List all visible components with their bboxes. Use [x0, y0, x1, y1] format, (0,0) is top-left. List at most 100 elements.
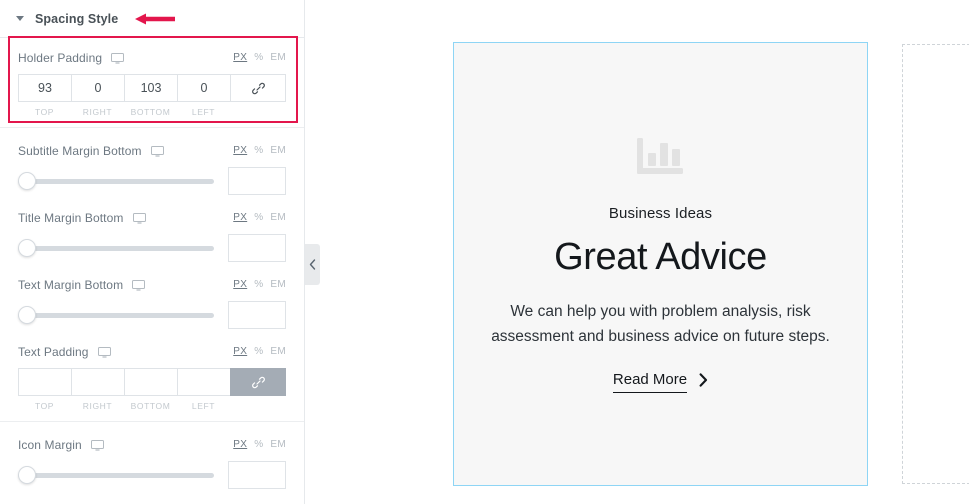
- label-left: LEFT: [191, 401, 216, 411]
- padding-bottom-input[interactable]: 103: [124, 74, 177, 102]
- label-spacer: [230, 401, 286, 411]
- chevron-left-icon: [309, 259, 316, 270]
- unit-percent[interactable]: %: [254, 212, 263, 223]
- label-spacer: [230, 107, 286, 117]
- control-text-margin-bottom: Text Margin Bottom PX % EM: [0, 274, 304, 341]
- read-more-link[interactable]: Read More: [612, 371, 708, 393]
- label-top: TOP: [34, 107, 55, 117]
- slider-thumb[interactable]: [18, 239, 36, 257]
- label-right: RIGHT: [82, 107, 113, 117]
- page-title: Spacing Style: [35, 11, 119, 26]
- slider-thumb[interactable]: [18, 466, 36, 484]
- control-label-row: Holder Padding PX % EM: [18, 51, 286, 65]
- slider-row: [18, 301, 286, 329]
- title-margin-slider[interactable]: [18, 239, 214, 257]
- unit-switcher: PX % EM: [233, 279, 286, 290]
- dimension-inputs: [18, 368, 286, 396]
- link-values-toggle[interactable]: [230, 74, 286, 102]
- desktop-monitor-icon[interactable]: [150, 145, 164, 157]
- unit-em[interactable]: EM: [270, 346, 286, 357]
- padding-right-input[interactable]: 0: [71, 74, 124, 102]
- text-padding-bottom-input[interactable]: [124, 368, 177, 396]
- elementor-editor: Spacing Style Holder Padding PX % EM 93 …: [0, 0, 969, 504]
- slider-row: [18, 167, 286, 195]
- control-text-padding: Text Padding PX % EM TOP RIGHT BOTTOM LE…: [0, 341, 304, 422]
- control-label-row: Subtitle Margin Bottom PX % EM: [18, 144, 286, 158]
- desktop-monitor-icon[interactable]: [132, 279, 146, 291]
- slider-track: [18, 312, 214, 318]
- empty-column-placeholder[interactable]: [902, 44, 969, 484]
- preview-canvas: Business Ideas Great Advice We can help …: [305, 0, 969, 504]
- text-margin-slider[interactable]: [18, 306, 214, 324]
- subtitle-margin-value-input[interactable]: [228, 167, 286, 195]
- control-label: Holder Padding: [18, 51, 103, 65]
- settings-sidebar: Spacing Style Holder Padding PX % EM 93 …: [0, 0, 305, 504]
- subtitle-margin-slider[interactable]: [18, 172, 214, 190]
- dimension-labels: TOP RIGHT BOTTOM LEFT: [18, 107, 286, 117]
- icon-margin-slider[interactable]: [18, 466, 214, 484]
- icon-margin-value-input[interactable]: [228, 461, 286, 489]
- widget-card[interactable]: Business Ideas Great Advice We can help …: [453, 42, 868, 486]
- unit-em[interactable]: EM: [270, 145, 286, 156]
- unit-px[interactable]: PX: [233, 439, 247, 450]
- text-padding-left-input[interactable]: [177, 368, 230, 396]
- slider-track: [18, 245, 214, 251]
- slider-thumb[interactable]: [18, 172, 36, 190]
- unit-em[interactable]: EM: [270, 279, 286, 290]
- text-padding-right-input[interactable]: [71, 368, 124, 396]
- control-label: Icon Margin: [18, 438, 82, 452]
- unit-px[interactable]: PX: [233, 212, 247, 223]
- desktop-monitor-icon[interactable]: [111, 52, 125, 64]
- control-label: Title Margin Bottom: [18, 211, 124, 225]
- control-label-row: Title Margin Bottom PX % EM: [18, 211, 286, 225]
- title-margin-value-input[interactable]: [228, 234, 286, 262]
- control-label: Text Margin Bottom: [18, 278, 124, 292]
- control-label-row: Text Padding PX % EM: [18, 345, 286, 359]
- unit-percent[interactable]: %: [254, 52, 263, 63]
- unit-px[interactable]: PX: [233, 346, 247, 357]
- unit-px[interactable]: PX: [233, 279, 247, 290]
- unit-percent[interactable]: %: [254, 145, 263, 156]
- control-label: Subtitle Margin Bottom: [18, 144, 142, 158]
- unit-switcher: PX % EM: [233, 346, 286, 357]
- unit-em[interactable]: EM: [270, 439, 286, 450]
- dimension-labels: TOP RIGHT BOTTOM LEFT: [18, 401, 286, 411]
- control-title-margin-bottom: Title Margin Bottom PX % EM: [0, 207, 304, 274]
- spacing-style-section-header[interactable]: Spacing Style: [0, 0, 304, 38]
- unit-em[interactable]: EM: [270, 52, 286, 63]
- unit-percent[interactable]: %: [254, 346, 263, 357]
- padding-top-input[interactable]: 93: [18, 74, 71, 102]
- text-padding-top-input[interactable]: [18, 368, 71, 396]
- slider-row: [18, 461, 286, 489]
- padding-left-input[interactable]: 0: [177, 74, 230, 102]
- desktop-monitor-icon[interactable]: [132, 212, 146, 224]
- label-right: RIGHT: [82, 401, 113, 411]
- unit-switcher: PX % EM: [233, 52, 286, 63]
- control-label: Text Padding: [18, 345, 89, 359]
- panel-collapse-toggle[interactable]: [305, 244, 320, 285]
- dimension-inputs: 93 0 103 0: [18, 74, 286, 102]
- control-label-row: Text Margin Bottom PX % EM: [18, 278, 286, 292]
- text-margin-value-input[interactable]: [228, 301, 286, 329]
- link-values-toggle[interactable]: [230, 368, 286, 396]
- unit-px[interactable]: PX: [233, 52, 247, 63]
- unit-px[interactable]: PX: [233, 145, 247, 156]
- slider-thumb[interactable]: [18, 306, 36, 324]
- left-arrow-annotation-icon: [128, 11, 176, 32]
- desktop-monitor-icon[interactable]: [90, 439, 104, 451]
- desktop-monitor-icon[interactable]: [97, 346, 111, 358]
- card-description: We can help you with problem analysis, r…: [491, 303, 830, 345]
- link-chain-icon: [251, 376, 265, 388]
- unit-percent[interactable]: %: [254, 279, 263, 290]
- label-bottom: BOTTOM: [130, 107, 171, 117]
- card-title: Great Advice: [554, 236, 767, 278]
- label-left: LEFT: [191, 107, 216, 117]
- control-label-row: Icon Margin PX % EM: [18, 438, 286, 452]
- unit-percent[interactable]: %: [254, 439, 263, 450]
- unit-em[interactable]: EM: [270, 212, 286, 223]
- unit-switcher: PX % EM: [233, 439, 286, 450]
- read-more-label: Read More: [612, 371, 688, 393]
- unit-switcher: PX % EM: [233, 145, 286, 156]
- unit-switcher: PX % EM: [233, 212, 286, 223]
- link-chain-icon: [251, 82, 265, 94]
